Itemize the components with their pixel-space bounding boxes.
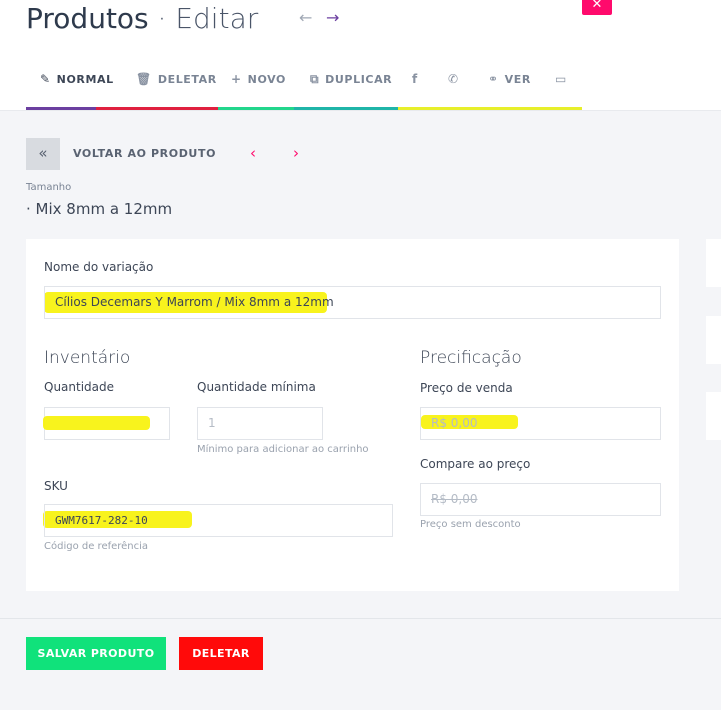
toolbar-duplicar-label: DUPLICAR bbox=[325, 73, 393, 86]
back-to-product-link[interactable]: VOLTAR AO PRODUTO bbox=[73, 147, 216, 160]
toolbar-normal[interactable]: ✎ NORMAL bbox=[40, 72, 114, 86]
min-quantity-label: Quantidade mínima bbox=[197, 380, 316, 394]
variation-name-label: Nome do variação bbox=[44, 260, 154, 274]
color-bar-yellow bbox=[398, 107, 582, 110]
save-product-button[interactable]: SALVAR PRODUTO bbox=[26, 637, 166, 670]
previous-variation-chevron-icon[interactable]: ‹ bbox=[250, 144, 256, 162]
quantity-label: Quantidade bbox=[44, 380, 115, 394]
toolbar-novo[interactable]: + NOVO bbox=[231, 72, 286, 86]
sale-price-input[interactable]: R$ 0,00 bbox=[420, 407, 661, 440]
toolbar-facebook[interactable]: f bbox=[412, 72, 424, 86]
link-icon: ⚭ bbox=[488, 72, 499, 86]
toolbar-color-bars bbox=[26, 107, 582, 110]
color-bar-purple bbox=[26, 107, 96, 110]
page-title: Produtos · Editar bbox=[26, 2, 258, 35]
delete-button[interactable]: DELETAR bbox=[179, 637, 263, 670]
highlight-mark bbox=[43, 416, 150, 430]
copy-icon: ⧉ bbox=[310, 72, 320, 86]
compare-price-help: Preço sem desconto bbox=[420, 519, 521, 530]
sku-input[interactable]: GWM7617-282-10 bbox=[44, 504, 393, 537]
tamanho-label: Tamanho bbox=[26, 182, 72, 193]
sku-label: SKU bbox=[44, 479, 68, 493]
whatsapp-icon: ✆ bbox=[448, 72, 459, 86]
card-icon: ▭ bbox=[555, 72, 567, 86]
min-quantity-input[interactable]: 1 bbox=[197, 407, 323, 440]
page-header: Produtos · Editar ← → ✕ ✎ NORMAL 🗑 DELETAR… bbox=[0, 0, 721, 111]
footer-divider bbox=[0, 618, 721, 619]
page-title-main: Produtos bbox=[26, 2, 149, 35]
page-title-subtitle: Editar bbox=[175, 2, 259, 35]
toolbar-ver-label: VER bbox=[504, 73, 531, 86]
pricing-section-title: Precificação bbox=[420, 348, 522, 368]
back-button[interactable]: « bbox=[26, 138, 60, 170]
sale-price-label: Preço de venda bbox=[420, 381, 513, 395]
close-button[interactable]: ✕ bbox=[582, 0, 612, 15]
side-panel-tab bbox=[706, 392, 721, 440]
toolbar-card[interactable]: ▭ bbox=[555, 72, 573, 86]
compare-price-input[interactable]: R$ 0,00 bbox=[420, 483, 661, 516]
toolbar-ver[interactable]: ⚭ VER bbox=[488, 72, 531, 86]
color-bar-green bbox=[218, 107, 294, 110]
toolbar-novo-label: NOVO bbox=[247, 73, 286, 86]
sku-help: Código de referência bbox=[44, 541, 149, 552]
toolbar-normal-label: NORMAL bbox=[56, 73, 114, 86]
min-quantity-help: Mínimo para adicionar ao carrinho bbox=[197, 444, 369, 455]
color-bar-red bbox=[96, 107, 218, 110]
tamanho-value: · Mix 8mm a 12mm bbox=[26, 200, 173, 218]
edit-icon: ✎ bbox=[40, 72, 51, 86]
side-panel-tab bbox=[706, 239, 721, 287]
plus-icon: + bbox=[231, 72, 242, 86]
toolbar-deletar-label: DELETAR bbox=[157, 73, 217, 86]
toolbar-whatsapp[interactable]: ✆ bbox=[448, 72, 465, 86]
variation-name-input[interactable]: Cílios Decemars Y Marrom / Mix 8mm a 12m… bbox=[44, 286, 661, 319]
previous-product-arrow-icon[interactable]: ← bbox=[299, 8, 312, 27]
next-product-arrow-icon[interactable]: → bbox=[326, 8, 339, 27]
trash-icon: 🗑 bbox=[136, 72, 152, 86]
double-chevron-left-icon: « bbox=[38, 144, 48, 162]
toolbar-duplicar[interactable]: ⧉ DUPLICAR bbox=[310, 72, 392, 87]
compare-price-value: R$ 0,00 bbox=[431, 492, 478, 506]
facebook-icon: f bbox=[412, 72, 418, 86]
color-bar-teal bbox=[294, 107, 398, 110]
page-title-separator: · bbox=[148, 2, 176, 35]
toolbar-deletar[interactable]: 🗑 DELETAR bbox=[136, 72, 217, 86]
toolbar: ✎ NORMAL 🗑 DELETAR + NOVO ⧉ DUPLICAR f ✆ ⚭ VE… bbox=[26, 66, 586, 110]
inventory-section-title: Inventário bbox=[44, 348, 131, 368]
compare-price-label: Compare ao preço bbox=[420, 457, 531, 471]
next-variation-chevron-icon[interactable]: › bbox=[293, 144, 299, 162]
side-panel-tab bbox=[706, 316, 721, 364]
